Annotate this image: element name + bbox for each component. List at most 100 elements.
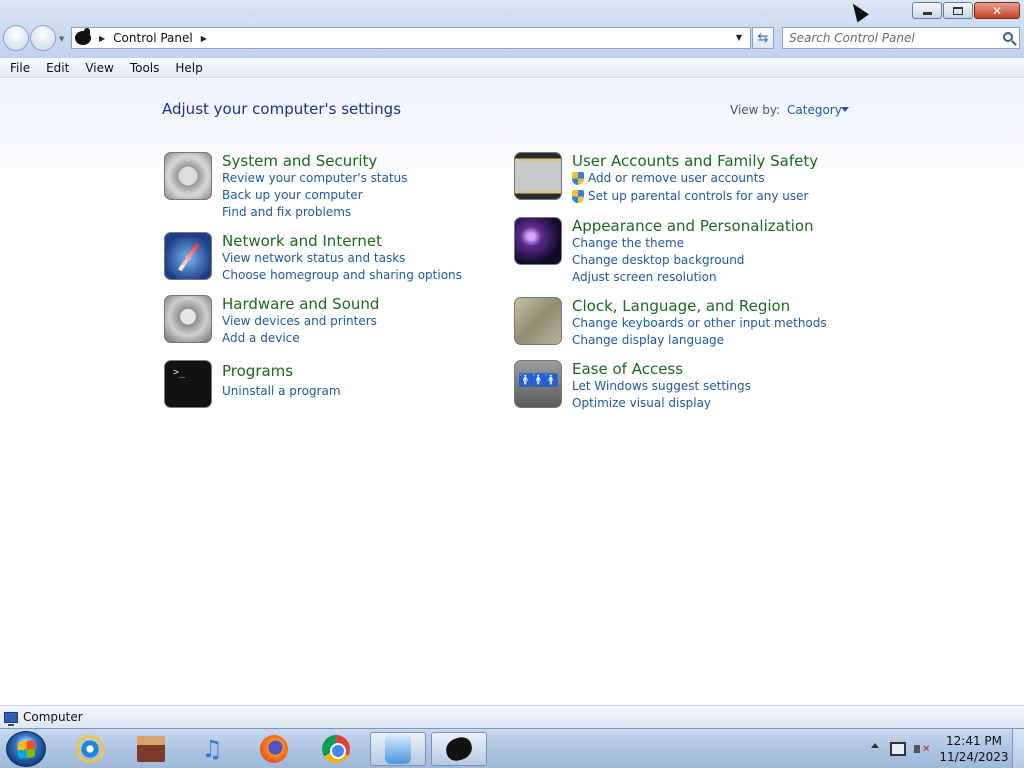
category-clock-language: Clock, Language, and Region Change keybo…: [514, 297, 834, 349]
back-button[interactable]: [3, 25, 29, 51]
status-bar: Computer: [0, 705, 1024, 728]
category-network-internet: Network and Internet View network status…: [164, 232, 484, 284]
firefox-icon: [260, 735, 288, 763]
volume-muted-icon[interactable]: [914, 741, 930, 757]
view-by-label: View by:: [730, 103, 781, 117]
clock-date: 11/24/2023: [939, 750, 1009, 764]
forward-button[interactable]: [30, 25, 56, 51]
menu-bar: File Edit View Tools Help: [0, 58, 1024, 78]
terminal-icon[interactable]: [164, 360, 212, 408]
link-display-language[interactable]: Change display language: [572, 333, 724, 347]
breadcrumb-arrow-icon[interactable]: ▶: [201, 34, 207, 43]
category-system-security: System and Security Review your computer…: [164, 152, 484, 222]
taskbar: ♫ 12:41 PM 11/24/2023: [0, 728, 1024, 768]
link-devices-printers[interactable]: View devices and printers: [222, 314, 377, 328]
link-label: Set up parental controls for any user: [588, 189, 809, 203]
search-input[interactable]: [789, 31, 989, 45]
link-change-theme[interactable]: Change the theme: [572, 236, 684, 250]
system-clock[interactable]: 12:41 PM 11/24/2023: [938, 733, 1010, 765]
link-back-up[interactable]: Back up your computer: [222, 188, 363, 202]
vault-icon[interactable]: [164, 152, 212, 200]
minimize-button[interactable]: [912, 2, 942, 19]
people-icon[interactable]: [514, 360, 562, 408]
window-controls: ✕: [912, 2, 1020, 19]
uac-shield-icon: [572, 190, 584, 203]
window-chrome: ✕ ▼ ▶ Control Panel ▶ ▼ ⇆: [0, 0, 1024, 58]
world-map-icon[interactable]: [514, 297, 562, 345]
link-keyboards[interactable]: Change keyboards or other input methods: [572, 316, 827, 330]
chevron-down-icon[interactable]: [841, 107, 849, 112]
category-title[interactable]: Ease of Access: [572, 360, 683, 378]
link-find-fix[interactable]: Find and fix problems: [222, 205, 351, 219]
address-history-dropdown[interactable]: ▼: [736, 33, 742, 42]
category-title[interactable]: Hardware and Sound: [222, 295, 379, 313]
category-title[interactable]: Appearance and Personalization: [572, 217, 814, 235]
show-hidden-icons-button[interactable]: [871, 743, 879, 748]
page-title: Adjust your computer's settings: [162, 100, 402, 118]
link-homegroup[interactable]: Choose homegroup and sharing options: [222, 268, 462, 282]
view-by-dropdown[interactable]: Category: [787, 103, 842, 117]
category-title[interactable]: User Accounts and Family Safety: [572, 152, 818, 170]
show-desktop-button[interactable]: [1012, 729, 1024, 768]
menu-tools[interactable]: Tools: [122, 61, 168, 75]
restore-icon: [953, 6, 963, 15]
link-user-accounts[interactable]: Add or remove user accounts: [572, 171, 765, 185]
search-box[interactable]: [782, 27, 1020, 49]
category-appearance: Appearance and Personalization Change th…: [514, 217, 834, 287]
menu-edit[interactable]: Edit: [38, 61, 77, 75]
menu-help[interactable]: Help: [167, 61, 210, 75]
close-button[interactable]: ✕: [974, 2, 1020, 19]
status-text: Computer: [23, 710, 83, 724]
taskbar-internet-explorer[interactable]: [62, 732, 118, 766]
link-uninstall[interactable]: Uninstall a program: [222, 384, 341, 398]
category-ease-of-access: Ease of Access Let Windows suggest setti…: [514, 360, 834, 412]
control-panel-icon: [443, 735, 475, 763]
category-title[interactable]: Programs: [222, 362, 293, 380]
link-label: Add or remove user accounts: [588, 171, 765, 185]
link-screen-resolution[interactable]: Adjust screen resolution: [572, 270, 717, 284]
computer-icon: [4, 711, 18, 726]
search-icon[interactable]: [1003, 32, 1013, 42]
category-user-accounts: User Accounts and Family Safety Add or r…: [514, 152, 834, 204]
robot-app-icon: [385, 734, 411, 764]
taskbar-itunes[interactable]: ♫: [184, 732, 240, 766]
category-title[interactable]: System and Security: [222, 152, 377, 170]
dvd-drive-icon[interactable]: [164, 295, 212, 343]
start-button[interactable]: [6, 731, 46, 767]
link-add-device[interactable]: Add a device: [222, 331, 300, 345]
category-programs: Programs Uninstall a program: [164, 360, 484, 410]
link-parental-controls[interactable]: Set up parental controls for any user: [572, 189, 808, 203]
taskbar-control-panel[interactable]: [431, 732, 487, 766]
close-icon: ✕: [991, 3, 1003, 18]
refresh-icon: ⇆: [757, 30, 769, 46]
link-network-status[interactable]: View network status and tasks: [222, 251, 405, 265]
access-card-icon[interactable]: [514, 152, 562, 200]
menu-file[interactable]: File: [2, 61, 38, 75]
taskbar-firefox[interactable]: [246, 732, 302, 766]
clock-time: 12:41 PM: [946, 734, 1002, 748]
category-title[interactable]: Clock, Language, and Region: [572, 297, 790, 315]
control-panel-icon: [75, 28, 91, 45]
compass-icon[interactable]: [164, 232, 212, 280]
category-title[interactable]: Network and Internet: [222, 232, 382, 250]
breadcrumb-arrow-icon[interactable]: ▶: [99, 34, 105, 43]
galaxy-wallpaper-icon[interactable]: [514, 217, 562, 265]
link-review-status[interactable]: Review your computer's status: [222, 171, 408, 185]
store-icon: [137, 736, 165, 762]
itunes-icon: ♫: [201, 735, 223, 763]
recent-pages-dropdown[interactable]: ▼: [59, 35, 64, 43]
link-suggest-settings[interactable]: Let Windows suggest settings: [572, 379, 751, 393]
restore-button[interactable]: [943, 2, 973, 19]
taskbar-store[interactable]: [123, 732, 179, 766]
chrome-icon: [322, 735, 350, 763]
breadcrumb-control-panel[interactable]: Control Panel: [113, 31, 193, 45]
internet-explorer-icon: [76, 735, 104, 763]
taskbar-chrome[interactable]: [308, 732, 364, 766]
network-icon[interactable]: [890, 742, 906, 756]
refresh-button[interactable]: ⇆: [752, 27, 774, 49]
menu-view[interactable]: View: [77, 61, 121, 75]
link-visual-display[interactable]: Optimize visual display: [572, 396, 711, 410]
taskbar-robot-app[interactable]: [370, 732, 426, 766]
address-bar[interactable]: ▶ Control Panel ▶ ▼: [71, 27, 751, 49]
link-desktop-background[interactable]: Change desktop background: [572, 253, 744, 267]
